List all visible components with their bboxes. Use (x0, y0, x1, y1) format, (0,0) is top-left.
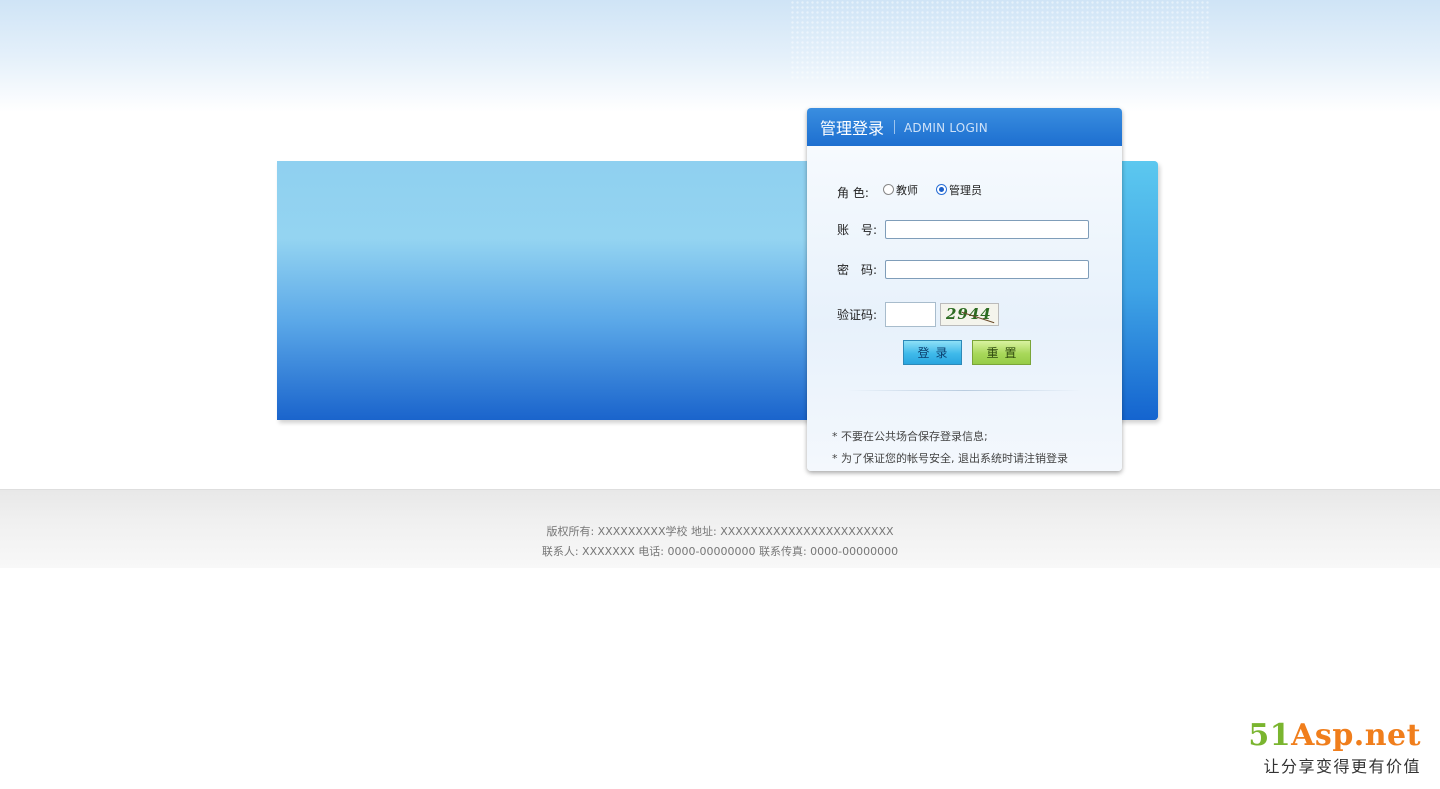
world-map-decoration (790, 0, 1210, 80)
title-separator (894, 120, 896, 134)
tip-line-1: * 不要在公共场合保存登录信息; (832, 430, 988, 443)
login-button[interactable]: 登录 (903, 340, 962, 365)
footer: 版权所有: XXXXXXXXX学校 地址: XXXXXXXXXXXXXXXXXX… (0, 489, 1440, 568)
account-row: 账 号: (837, 220, 1089, 239)
captcha-row: 验证码: 2944 (837, 302, 999, 327)
captcha-image[interactable]: 2944 (940, 303, 999, 326)
role-admin-label[interactable]: 管理员 (949, 182, 982, 198)
password-row: 密 码: (837, 260, 1089, 279)
login-title: 管理登录 (820, 119, 885, 138)
password-input[interactable] (885, 260, 1089, 279)
brand-slogan: 让分享变得更有价值 (1263, 757, 1421, 776)
login-subtitle: ADMIN LOGIN (904, 121, 988, 135)
reset-button[interactable]: 重置 (972, 340, 1031, 365)
footer-copyright: 版权所有: XXXXXXXXX学校 地址: XXXXXXXXXXXXXXXXXX… (546, 525, 894, 538)
login-panel: 管理登录 ADMIN LOGIN 角 色: 教师 管理员 账 号: 密 码: 验… (807, 108, 1122, 471)
login-header: 管理登录 ADMIN LOGIN (807, 108, 1122, 146)
role-teacher-radio[interactable] (883, 184, 894, 195)
brand-logo-name: Asp.net (1291, 718, 1421, 753)
captcha-input[interactable] (885, 302, 936, 327)
role-row: 角 色: 教师 管理员 (837, 184, 1000, 201)
role-label: 角 色: (837, 186, 869, 200)
brand-watermark: 51Asp.net 让分享变得更有价值 (1248, 720, 1421, 777)
account-input[interactable] (885, 220, 1089, 239)
captcha-label: 验证码: (837, 308, 878, 322)
hero-banner-edge (1120, 161, 1158, 420)
role-radio-group: 教师 管理员 (883, 182, 1000, 198)
form-divider (847, 390, 1082, 391)
role-admin-radio[interactable] (936, 184, 947, 195)
role-teacher-label[interactable]: 教师 (896, 182, 918, 198)
account-label: 账 号: (837, 223, 878, 237)
top-background (0, 0, 1440, 112)
password-label: 密 码: (837, 263, 878, 277)
tip-line-2: * 为了保证您的帐号安全, 退出系统时请注销登录 (832, 452, 1068, 465)
brand-logo: 51Asp.net (1248, 720, 1421, 752)
login-form: 角 色: 教师 管理员 账 号: 密 码: 验证码: 2944 * 不要在公共场… (807, 146, 1122, 471)
brand-logo-number: 51 (1248, 718, 1292, 753)
footer-contact: 联系人: XXXXXXX 电话: 0000-00000000 联系传真: 000… (541, 545, 899, 558)
